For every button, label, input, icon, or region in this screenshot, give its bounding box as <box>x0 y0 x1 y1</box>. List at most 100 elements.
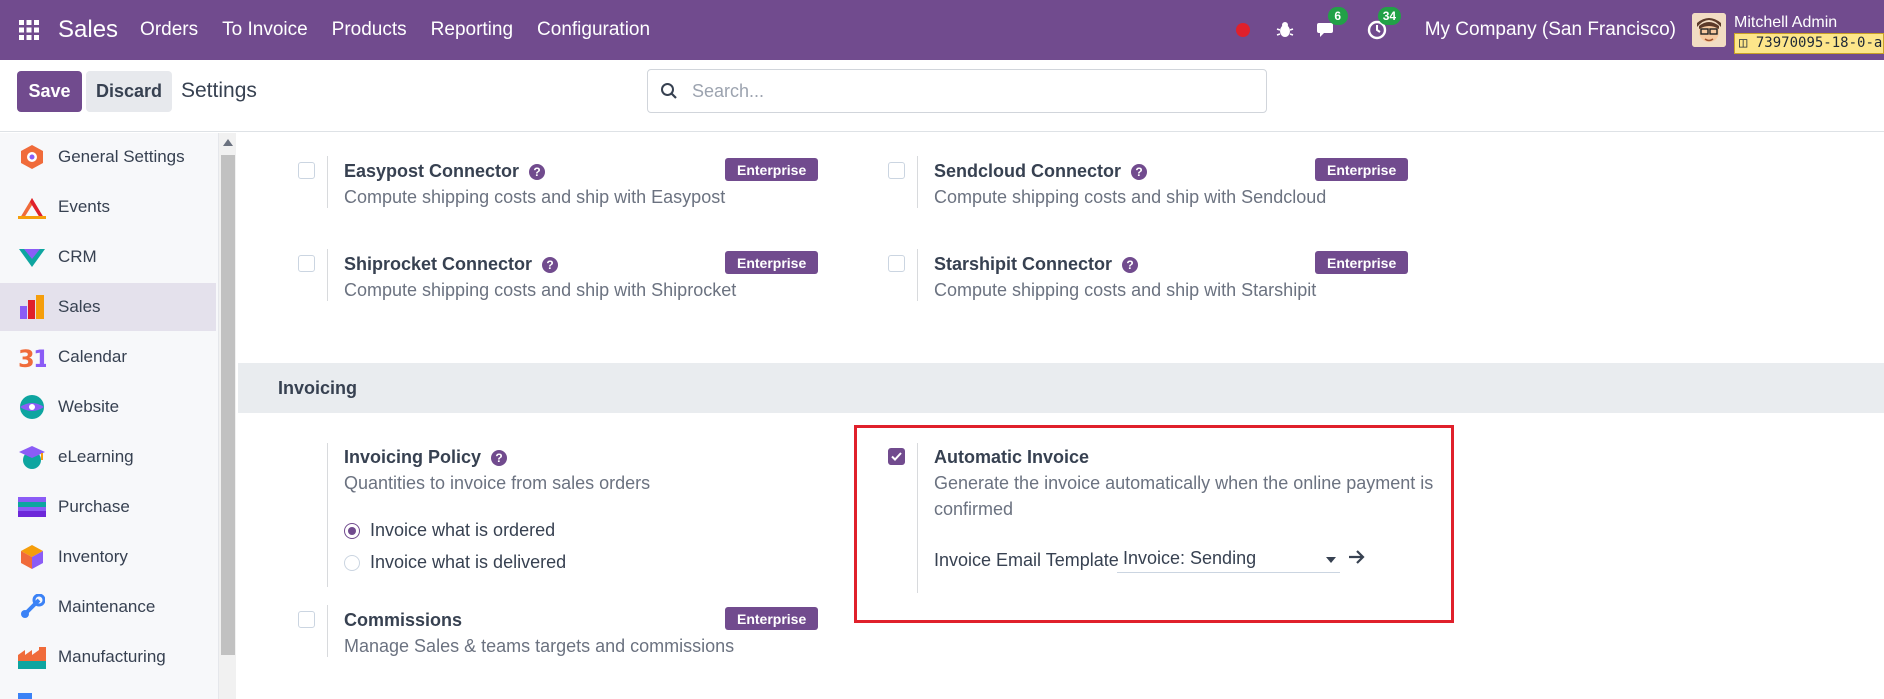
enterprise-badge: Enterprise <box>1315 251 1409 274</box>
sidebar-item-label: eLearning <box>58 447 134 466</box>
search-input[interactable]: Search... <box>647 69 1267 113</box>
sidebar-item-events[interactable]: Events <box>0 183 216 231</box>
calendar-icon: 31 <box>18 343 46 371</box>
sidebar-item-maintenance[interactable]: Maintenance <box>0 583 216 631</box>
database-icon: ◫ <box>1739 35 1748 51</box>
activity-clock-icon[interactable]: 34 <box>1363 7 1402 44</box>
easypost-title: Easypost Connector? <box>344 161 546 182</box>
search-icon <box>660 82 678 100</box>
maintenance-icon <box>18 593 46 621</box>
sidebar-item-label: Manufacturing <box>58 647 166 666</box>
user-avatar[interactable] <box>1692 13 1726 47</box>
scrollbar-thumb[interactable] <box>221 155 235 655</box>
sidebar-item-general-settings[interactable]: General Settings <box>0 133 216 181</box>
database-tag: ◫ 73970095-18-0-al <box>1734 33 1884 54</box>
starshipit-desc: Compute shipping costs and ship with Sta… <box>934 280 1317 300</box>
shiprocket-title-text: Shiprocket Connector <box>344 254 533 274</box>
sendcloud-title: Sendcloud Connector? <box>934 161 1148 182</box>
easypost-checkbox[interactable] <box>298 162 315 179</box>
help-icon[interactable]: ? <box>529 164 546 180</box>
radio-label: Invoice what is delivered <box>370 552 567 572</box>
section-title: Invoicing <box>278 378 358 398</box>
setting-divider <box>917 156 918 208</box>
setting-divider <box>917 249 918 301</box>
starshipit-checkbox[interactable] <box>888 255 905 272</box>
sidebar-item-label: Sales <box>58 297 101 316</box>
enterprise-badge: Enterprise <box>725 607 819 630</box>
settings-main: Easypost Connector? Compute shipping cos… <box>238 133 1884 699</box>
sidebar-item-crm[interactable]: CRM <box>0 233 216 281</box>
partial-next-item-icon <box>18 693 32 699</box>
starshipit-title-text: Starshipit Connector <box>934 254 1113 274</box>
record-icon[interactable] <box>1229 16 1257 44</box>
setting-divider <box>327 249 328 301</box>
radio-label: Invoice what is ordered <box>370 520 556 540</box>
general-settings-icon <box>18 143 46 171</box>
chat-badge: 6 <box>1327 7 1348 25</box>
svg-text:1: 1 <box>33 345 46 370</box>
company-switcher[interactable]: My Company (San Francisco) <box>1425 19 1676 41</box>
commissions-checkbox[interactable] <box>298 611 315 628</box>
shiprocket-desc: Compute shipping costs and ship with Shi… <box>344 280 737 300</box>
easypost-title-text: Easypost Connector <box>344 161 520 181</box>
easypost-desc: Compute shipping costs and ship with Eas… <box>344 187 726 207</box>
sendcloud-desc: Compute shipping costs and ship with Sen… <box>934 187 1327 207</box>
discard-button[interactable]: Discard <box>86 71 172 112</box>
menu-to-invoice[interactable]: To Invoice <box>222 19 308 41</box>
sidebar-item-label: CRM <box>58 247 97 266</box>
setting-divider <box>327 443 328 587</box>
radio-invoice-ordered[interactable]: Invoice what is ordered <box>344 520 555 541</box>
radio-button[interactable] <box>344 522 360 539</box>
elearning-icon <box>18 443 46 471</box>
website-icon <box>18 393 46 421</box>
menu-reporting[interactable]: Reporting <box>431 19 513 41</box>
user-menu[interactable]: Mitchell Admin ◫ 73970095-18-0-al <box>1734 5 1884 55</box>
invoicing-section-header: Invoicing <box>238 363 1884 413</box>
shiprocket-title: Shiprocket Connector? <box>344 254 559 275</box>
sidebar-item-label: Inventory <box>58 547 128 566</box>
sidebar-item-purchase[interactable]: Purchase <box>0 483 216 531</box>
sidebar-item-label: Website <box>58 397 120 416</box>
control-panel: Save Discard Settings Search... <box>0 60 1884 132</box>
apps-menu-icon[interactable] <box>0 0 58 60</box>
save-button[interactable]: Save <box>17 71 82 112</box>
menu-products[interactable]: Products <box>332 19 407 41</box>
purchase-icon <box>18 493 46 521</box>
app-brand[interactable]: Sales <box>58 16 118 44</box>
enterprise-badge: Enterprise <box>725 158 819 181</box>
sendcloud-checkbox[interactable] <box>888 162 905 179</box>
enterprise-badge: Enterprise <box>725 251 819 274</box>
events-icon <box>18 193 46 221</box>
invoicing-policy-title-text: Invoicing Policy <box>344 447 482 467</box>
help-icon[interactable]: ? <box>491 450 508 466</box>
user-name: Mitchell Admin <box>1734 14 1838 31</box>
manufacturing-icon <box>18 643 46 671</box>
settings-sidebar: General Settings Events CRM Sales 31 Cal… <box>0 133 218 699</box>
sidebar-item-elearning[interactable]: eLearning <box>0 433 216 481</box>
sales-icon <box>18 293 46 321</box>
radio-invoice-delivered[interactable]: Invoice what is delivered <box>344 552 566 573</box>
top-navbar: Sales Orders To Invoice Products Reporti… <box>0 0 1884 60</box>
chat-icon[interactable]: 6 <box>1313 7 1348 44</box>
menu-configuration[interactable]: Configuration <box>537 19 650 41</box>
sidebar-item-sales[interactable]: Sales <box>0 283 216 331</box>
sidebar-item-calendar[interactable]: 31 Calendar <box>0 333 216 381</box>
sidebar-item-manufacturing[interactable]: Manufacturing <box>0 633 216 681</box>
radio-button[interactable] <box>344 554 360 571</box>
scroll-up-arrow-icon[interactable] <box>223 139 233 146</box>
starshipit-title: Starshipit Connector? <box>934 254 1139 275</box>
sendcloud-title-text: Sendcloud Connector <box>934 161 1122 181</box>
help-icon[interactable]: ? <box>542 257 559 273</box>
sidebar-scrollbar[interactable] <box>218 133 236 699</box>
commissions-desc: Manage Sales & teams targets and commiss… <box>344 636 735 656</box>
help-icon[interactable]: ? <box>1122 257 1139 273</box>
help-icon[interactable]: ? <box>1131 164 1148 180</box>
sidebar-item-website[interactable]: Website <box>0 383 216 431</box>
menu-orders[interactable]: Orders <box>140 19 198 41</box>
setting-divider <box>327 605 328 657</box>
shiprocket-checkbox[interactable] <box>298 255 315 272</box>
sidebar-item-inventory[interactable]: Inventory <box>0 533 216 581</box>
setting-divider <box>327 156 328 208</box>
invoicing-policy-desc: Quantities to invoice from sales orders <box>344 473 651 493</box>
bug-icon[interactable] <box>1271 16 1299 44</box>
